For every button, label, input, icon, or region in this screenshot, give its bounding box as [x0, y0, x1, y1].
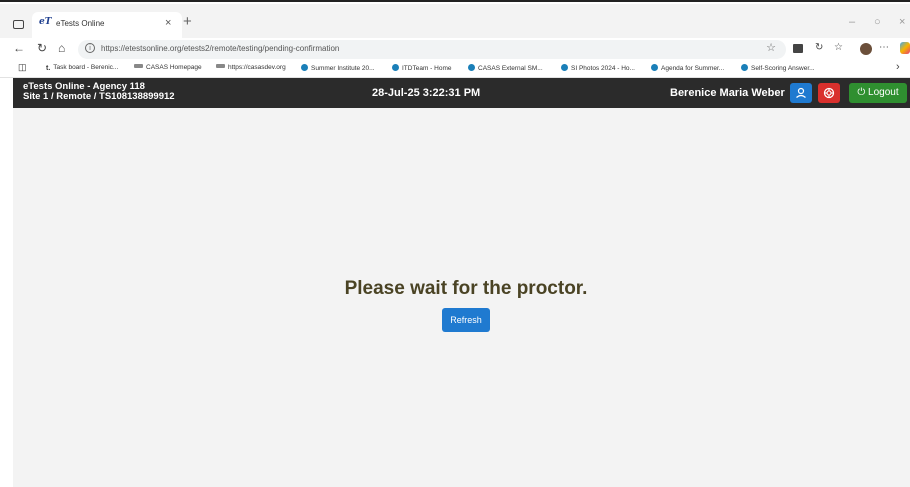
tab-close-icon[interactable]: ×	[165, 17, 171, 29]
bookmark-item[interactable]: Summer Institute 20...	[301, 64, 375, 72]
reload-icon[interactable]: ↻	[37, 41, 47, 55]
browser-tab[interactable]: eT eTests Online ×	[32, 12, 182, 38]
minimize-button[interactable]: –	[849, 16, 855, 28]
extension-icon[interactable]	[793, 44, 803, 53]
address-bar-row: ← ↻ ⌂ i https://etestsonline.org/etests2…	[0, 38, 910, 60]
bookmark-item[interactable]: CASAS Homepage	[134, 64, 202, 71]
agency-info: eTests Online - Agency 118 Site 1 / Remo…	[23, 82, 175, 102]
browser-window: eT eTests Online × + – ○ × ← ↻ ⌂ i https…	[0, 0, 910, 487]
bookmark-icon	[392, 64, 399, 71]
user-profile-button[interactable]	[790, 83, 812, 103]
current-datetime: 28-Jul-25 3:22:31 PM	[372, 87, 481, 99]
favorites-icon[interactable]: ☆	[834, 42, 843, 53]
more-menu-icon[interactable]: ⋯	[879, 42, 889, 53]
bookmark-icon	[468, 64, 475, 71]
bookmark-icon	[216, 64, 225, 68]
bookmark-prefix: t.	[46, 65, 51, 72]
bookmark-icon	[561, 64, 568, 71]
chat-icon[interactable]: ◫	[18, 62, 27, 73]
lifebuoy-icon	[823, 87, 835, 99]
bookmark-icon	[741, 64, 748, 71]
user-name: Berenice Maria Weber	[670, 87, 785, 99]
maximize-button[interactable]: ○	[874, 16, 881, 28]
logout-button[interactable]: ⏻ Logout	[849, 83, 907, 103]
bookmarks-bar: ◫ t. Task board - Berenic... CASAS Homepa…	[0, 60, 910, 78]
chevron-right-icon[interactable]: ›	[896, 61, 900, 73]
home-icon[interactable]: ⌂	[58, 41, 65, 55]
bookmark-item[interactable]: SI Photos 2024 - Ho...	[561, 64, 635, 72]
bookmark-item[interactable]: t. Task board - Berenic...	[46, 64, 118, 72]
profile-avatar[interactable]	[860, 43, 872, 55]
bookmark-item[interactable]: Agenda for Summer...	[651, 64, 724, 72]
wait-message: Please wait for the proctor.	[344, 278, 588, 299]
tab-title: eTests Online	[56, 19, 105, 28]
power-icon: ⏻	[857, 87, 866, 98]
refresh-extension-icon[interactable]: ↻	[815, 42, 823, 53]
bookmark-item[interactable]: https://casasdev.org	[216, 64, 286, 71]
new-tab-button[interactable]: +	[183, 13, 192, 30]
tab-actions-icon[interactable]	[13, 20, 24, 29]
help-button[interactable]	[818, 83, 840, 103]
bookmark-item[interactable]: CASAS External SM...	[468, 64, 543, 72]
site-info-icon[interactable]: i	[85, 43, 95, 53]
star-icon[interactable]: ☆	[766, 41, 776, 54]
tab-favicon: eT	[39, 17, 52, 27]
bookmark-icon	[134, 64, 143, 68]
url-text[interactable]: https://etestsonline.org/etests2/remote/…	[101, 44, 339, 53]
bookmark-icon	[301, 64, 308, 71]
copilot-icon[interactable]	[900, 42, 910, 54]
main-content: Please wait for the proctor. Refresh	[13, 108, 910, 487]
address-bar[interactable]: i https://etestsonline.org/etests2/remot…	[78, 40, 786, 59]
close-window-button[interactable]: ×	[899, 16, 905, 28]
logout-label: Logout	[868, 87, 899, 98]
bookmark-icon	[651, 64, 658, 71]
app-header: eTests Online - Agency 118 Site 1 / Remo…	[13, 78, 910, 108]
user-icon	[796, 87, 806, 98]
tab-strip: eT eTests Online × + – ○ ×	[0, 4, 910, 38]
bookmark-item[interactable]: ITDTeam - Home	[392, 64, 451, 72]
bookmark-item[interactable]: Self-Scoring Answer...	[741, 64, 815, 72]
back-arrow-icon[interactable]: ←	[13, 41, 25, 55]
refresh-button[interactable]: Refresh	[442, 308, 490, 332]
site-info: Site 1 / Remote / TS108138899912	[23, 91, 175, 102]
